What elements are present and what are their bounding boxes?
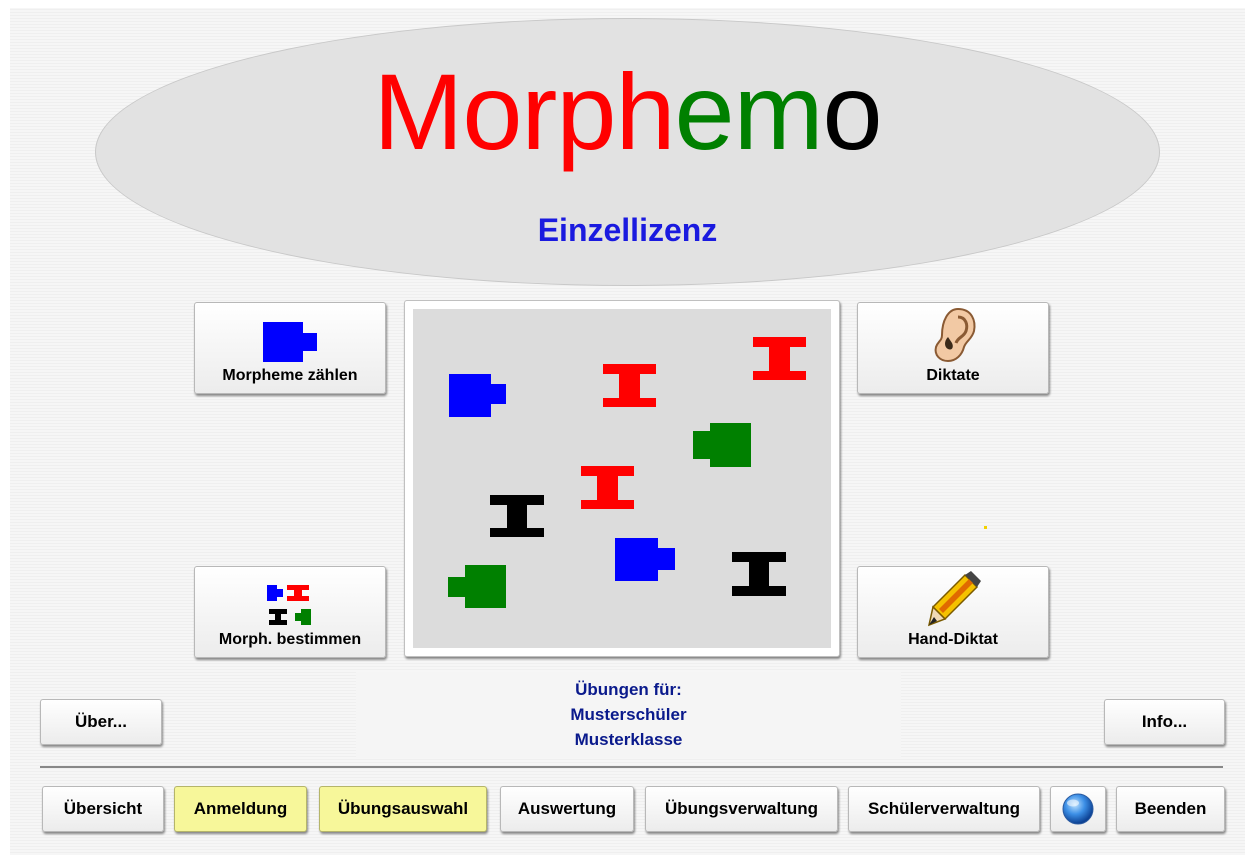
license-label: Einzellizenz	[537, 212, 718, 248]
globe-icon	[1062, 793, 1094, 825]
dictation-button[interactable]: Diktate	[857, 302, 1049, 394]
hand-dictation-button[interactable]: Hand-Diktat	[857, 566, 1049, 658]
exercise-selection-button[interactable]: Übungsauswahl	[319, 786, 487, 832]
app-title: Morphemo	[0, 58, 1255, 166]
title-part-em: em	[674, 51, 824, 172]
globe-button[interactable]	[1050, 786, 1106, 832]
divider-line	[40, 766, 1223, 768]
morpheme-illustration-panel	[404, 300, 840, 657]
yellow-dot-decoration	[984, 526, 987, 529]
ear-icon	[934, 307, 976, 363]
exercise-management-button[interactable]: Übungsverwaltung	[645, 786, 838, 832]
morpheme-illustration-area	[413, 309, 831, 648]
dictation-label: Diktate	[926, 367, 980, 384]
blue-block-piece	[615, 538, 675, 581]
count-morphemes-label: Morpheme zählen	[222, 367, 358, 384]
black-ibeam-piece	[732, 552, 786, 596]
info-button[interactable]: Info...	[1104, 699, 1225, 745]
window-frame-top	[0, 0, 1255, 8]
about-button[interactable]: Über...	[40, 699, 162, 745]
morpheme-pieces-illustration	[448, 337, 806, 608]
evaluation-button[interactable]: Auswertung	[500, 786, 634, 832]
student-name: Musterschüler	[570, 705, 687, 724]
overview-button[interactable]: Übersicht	[42, 786, 164, 832]
title-part-o: o	[822, 51, 883, 172]
blue-block-piece	[449, 374, 506, 417]
hand-dictation-label: Hand-Diktat	[908, 631, 998, 648]
quit-button[interactable]: Beenden	[1116, 786, 1225, 832]
pencil-icon	[927, 571, 981, 627]
title-part-morp: Morp	[373, 51, 616, 172]
red-ibeam-piece	[581, 466, 634, 509]
exercise-user-info: Übungen für: Musterschüler Musterklasse	[356, 672, 901, 758]
count-morphemes-button[interactable]: Morpheme zählen	[194, 302, 386, 394]
red-ibeam-piece	[753, 337, 806, 380]
green-block-piece	[693, 423, 751, 467]
black-ibeam-piece	[490, 495, 544, 537]
users-heading: Übungen für:	[575, 680, 682, 699]
login-button[interactable]: Anmeldung	[174, 786, 307, 832]
class-name: Musterklasse	[574, 730, 683, 749]
determine-morphemes-button[interactable]: Morph. bestimmen	[194, 566, 386, 658]
green-block-piece	[448, 565, 506, 608]
blue-morpheme-block-icon	[263, 322, 317, 362]
morpheme-pieces-icon	[267, 585, 311, 625]
student-management-button[interactable]: Schülerverwaltung	[848, 786, 1040, 832]
title-part-h: h	[615, 51, 675, 172]
determine-morphemes-label: Morph. bestimmen	[218, 631, 362, 648]
red-ibeam-piece	[603, 364, 656, 407]
